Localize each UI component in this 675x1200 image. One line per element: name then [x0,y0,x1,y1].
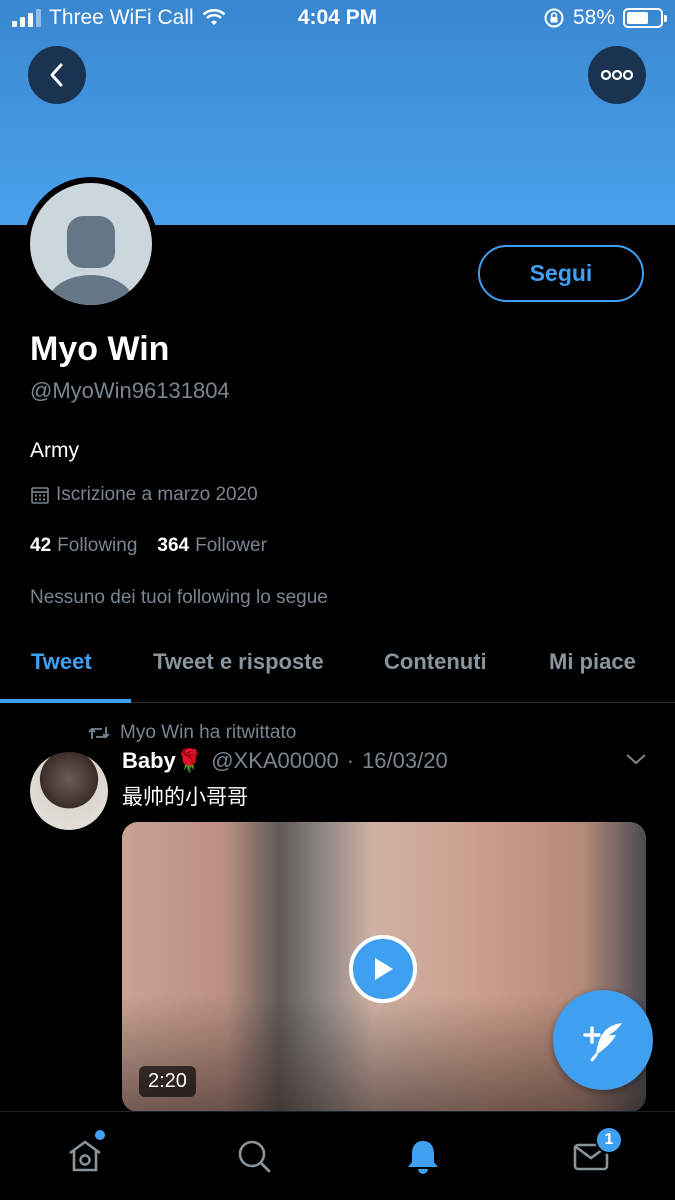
orientation-lock-icon [544,8,564,28]
profile-tabs: Tweet Tweet e risposte Contenuti Mi piac… [0,625,675,703]
back-button[interactable] [28,46,86,104]
status-bar: Three WiFi Call 4:04 PM 58% [0,0,675,40]
home-new-dot [95,1130,105,1140]
tweet-date: 16/03/20 [362,748,448,773]
following-link[interactable]: 42 Following [30,535,137,557]
video-duration: 2:20 [139,1066,196,1097]
join-date: Iscrizione a marzo 2020 [30,484,258,506]
search-icon [238,1140,271,1173]
nav-notifications[interactable] [401,1134,445,1178]
notifications-icon [408,1141,438,1174]
tweet-author-avatar[interactable] [30,752,108,830]
retweet-indicator: Myo Win ha ritwittato [88,722,296,744]
more-options-button[interactable] [588,46,646,104]
followed-by-note: Nessuno dei tuoi following lo segue [30,587,328,608]
battery-percent: 58% [572,6,615,29]
ellipsis-icon [600,69,634,81]
retweet-icon [88,727,110,739]
tweet-text: 最帅的小哥哥 [122,786,248,809]
compose-tweet-button[interactable] [553,990,653,1090]
tab-tweet[interactable]: Tweet [31,649,92,675]
tab-contenuti[interactable]: Contenuti [384,649,487,675]
home-icon [69,1140,101,1172]
chevron-down-icon [626,754,646,765]
active-tab-indicator [0,699,131,703]
follow-counts: 42 Following 364 Follower [30,535,267,557]
profile-avatar[interactable] [24,177,158,311]
followers-link[interactable]: 364 Follower [157,535,267,557]
join-date-label: Iscrizione a marzo 2020 [56,484,258,505]
tweet-meta-separator: · [346,748,355,773]
calendar-icon [31,487,49,504]
play-icon [375,958,393,980]
profile-name: Myo Win [30,330,170,368]
tab-tweet-e-risposte[interactable]: Tweet e risposte [153,649,324,675]
messages-badge: 1 [595,1126,623,1154]
play-button[interactable] [349,935,417,1003]
profile-bio: Army [30,439,79,462]
default-avatar-icon [30,183,152,305]
nav-search[interactable] [232,1134,276,1178]
profile-handle: @MyoWin96131804 [30,378,230,403]
tweet-author-name[interactable]: Baby🌹 [122,748,203,774]
nav-home[interactable] [63,1130,107,1178]
tweet-menu-button[interactable] [625,752,647,771]
battery-icon [623,8,667,28]
nav-messages[interactable]: 1 [569,1126,623,1178]
follow-button[interactable]: Segui [478,245,644,302]
bottom-navigation: 1 [0,1111,675,1200]
compose-feather-icon [583,1023,622,1062]
tab-mi-piace[interactable]: Mi piace [549,649,636,675]
chevron-left-icon [50,63,63,87]
tweet-author-handle: @XKA00000 [211,748,339,773]
retweet-label: Myo Win ha ritwittato [120,722,297,743]
tweet-header: Baby🌹 @XKA00000 · 16/03/20 [122,748,448,774]
